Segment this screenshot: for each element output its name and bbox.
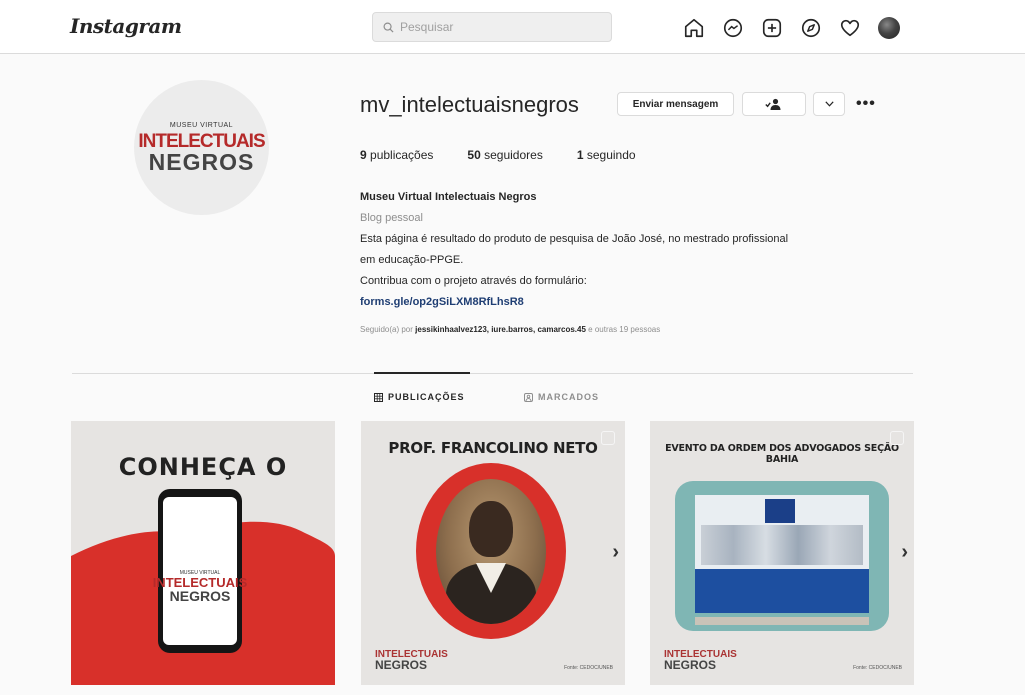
instagram-logo[interactable]: Instagram [70, 14, 182, 38]
post-2-source: Fonte: CEDOC/UNEB [564, 665, 613, 671]
messenger-icon[interactable] [722, 17, 744, 39]
new-post-icon[interactable] [761, 17, 783, 39]
post-thumbnail-1[interactable]: CONHEÇA O MUSEU VIRTUAL INTELECTUAIS NEG… [71, 421, 335, 685]
posts-stat: 9 publicações [360, 148, 434, 162]
post-thumbnail-3[interactable]: EVENTO DA ORDEM DOS ADVOGADOS SEÇÃO BAHI… [650, 421, 914, 685]
tag-user-icon [524, 392, 533, 402]
carousel-next-icon[interactable]: › [612, 541, 619, 564]
tab-tagged[interactable]: MARCADOS [524, 392, 599, 402]
pfp-small-text: MUSEU VIRTUAL [169, 121, 234, 129]
explore-icon[interactable] [800, 17, 822, 39]
activity-heart-icon[interactable] [839, 17, 861, 39]
pfp-line1: INTELECTUAIS [138, 130, 265, 152]
bio-link[interactable]: forms.gle/op2gSiLXM8RfLhsR8 [360, 292, 930, 313]
bio-full-name: Museu Virtual Intelectuais Negros [360, 191, 537, 203]
followers-stat[interactable]: 50 seguidores [467, 148, 542, 162]
profile-stats: 9 publicações 50 seguidores 1 seguindo [360, 148, 636, 162]
nav-icons [683, 17, 900, 39]
post-3-source: Fonte: CEDOC/UNEB [853, 665, 902, 671]
post-3-logo: INTELECTUAIS NEGROS [664, 649, 737, 672]
chevron-down-icon [824, 101, 834, 107]
carousel-select-icon [601, 431, 615, 445]
post-thumbnail-2[interactable]: PROF. FRANCOLINO NETO › INTELECTUAIS NEG… [361, 421, 625, 685]
post-3-title: EVENTO DA ORDEM DOS ADVOGADOS SEÇÃO BAHI… [665, 443, 899, 465]
grid-icon [374, 392, 383, 402]
suggestions-dropdown-button[interactable] [813, 92, 845, 116]
send-message-button[interactable]: Enviar mensagem [617, 92, 734, 116]
carousel-select-icon [890, 431, 904, 445]
bio-category: Blog pessoal [360, 212, 423, 224]
search-icon [383, 22, 394, 33]
profile-avatar[interactable] [878, 17, 900, 39]
bio-line-2: em educação-PPGE. [360, 254, 464, 266]
profile-bio: Museu Virtual Intelectuais Negros Blog p… [360, 187, 930, 313]
phone-screen: MUSEU VIRTUAL INTELECTUAIS NEGROS [153, 497, 247, 645]
home-icon[interactable] [683, 17, 705, 39]
tab-posts[interactable]: PUBLICAÇÕES [374, 392, 465, 402]
portrait-photo [436, 479, 546, 624]
following-stat[interactable]: 1 seguindo [577, 148, 636, 162]
carousel-next-icon[interactable]: › [901, 541, 908, 564]
tabs-divider [72, 373, 913, 374]
top-nav: Instagram [0, 0, 1025, 54]
phone-image: MUSEU VIRTUAL INTELECTUAIS NEGROS [153, 489, 247, 653]
user-check-icon [765, 98, 781, 110]
search-input[interactable] [400, 20, 590, 34]
followed-by-text[interactable]: Seguido(a) por jessikinhaalvez123, iure.… [360, 325, 660, 334]
bio-line-3: Contribua com o projeto através do formu… [360, 275, 587, 287]
active-tab-indicator [374, 372, 470, 374]
bio-line-1: Esta página é resultado do produto de pe… [360, 233, 789, 245]
following-button[interactable] [742, 92, 806, 116]
profile-picture[interactable]: MUSEU VIRTUAL INTELECTUAIS NEGROS [134, 80, 269, 215]
post-2-title: PROF. FRANCOLINO NETO [388, 439, 598, 457]
post-1-title: CONHEÇA O [118, 453, 288, 481]
event-photo [695, 495, 869, 613]
event-caption-strip [695, 617, 869, 625]
more-options-button[interactable]: ••• [856, 92, 876, 116]
pfp-line2: NEGROS [148, 148, 255, 175]
post-2-logo: INTELECTUAIS NEGROS [375, 649, 448, 672]
search-box[interactable] [372, 12, 612, 42]
profile-username: mv_intelectuaisnegros [360, 92, 579, 117]
